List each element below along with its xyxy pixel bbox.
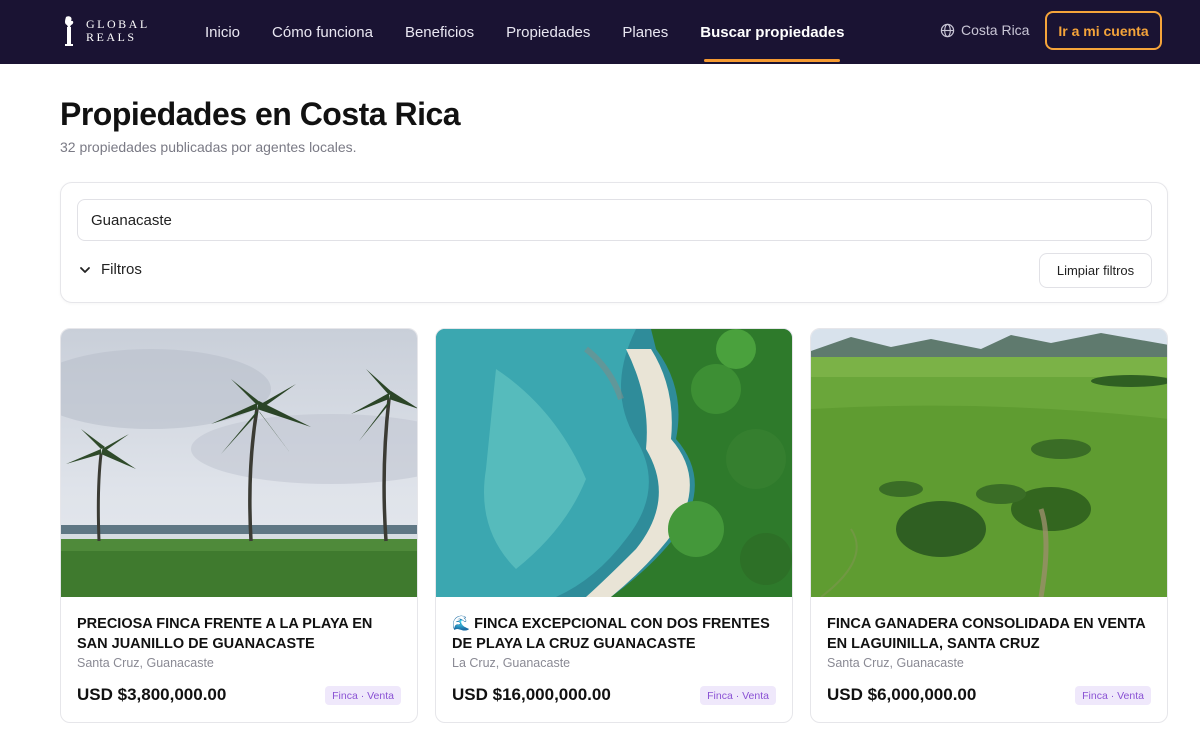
page-subtitle: 32 propiedades publicadas por agentes lo…: [60, 139, 357, 155]
country-selector[interactable]: Costa Rica: [940, 22, 1029, 38]
nav-inicio[interactable]: Inicio: [205, 0, 240, 64]
listing-title: 🌊 FINCA EXCEPCIONAL CON DOS FRENTES DE P…: [452, 616, 770, 652]
search-input[interactable]: [77, 199, 1152, 241]
nav-buscar-propiedades[interactable]: Buscar propiedades: [700, 0, 844, 64]
torch-logo-icon: [65, 16, 74, 46]
listing-location: Santa Cruz, Guanacaste: [827, 656, 964, 670]
listing-photo-beach: [61, 329, 417, 597]
logo-line-2: REALS: [86, 30, 137, 44]
listing-location: La Cruz, Guanacaste: [452, 656, 571, 670]
main-nav: Inicio Cómo funciona Beneficios Propieda…: [205, 0, 876, 64]
listing-type-badge: Finca · Venta: [700, 686, 776, 705]
nav-propiedades[interactable]: Propiedades: [506, 0, 590, 64]
logo[interactable]: GLOBAL REALS: [62, 15, 150, 47]
listing-price: USD $16,000,000.00: [452, 685, 611, 704]
listing-photo-aerial-coast: [436, 329, 792, 597]
nav-planes[interactable]: Planes: [622, 0, 668, 64]
nav-como-funciona[interactable]: Cómo funciona: [272, 0, 373, 64]
country-label: Costa Rica: [961, 22, 1030, 38]
listing-type-badge: Finca · Venta: [1075, 686, 1151, 705]
search-panel: Filtros Limpiar filtros: [60, 182, 1168, 303]
nav-beneficios[interactable]: Beneficios: [405, 0, 474, 64]
clear-filters-button[interactable]: Limpiar filtros: [1039, 253, 1152, 288]
listing-card[interactable]: FINCA GANADERA CONSOLIDADA EN VENTA EN L…: [810, 328, 1168, 723]
page-title: Propiedades en Costa Rica: [60, 96, 461, 132]
listing-title: PRECIOSA FINCA FRENTE A LA PLAYA EN SAN …: [77, 616, 373, 652]
listing-photo-pasture: [811, 329, 1167, 597]
listing-price: USD $3,800,000.00: [77, 685, 227, 704]
filters-label: Filtros: [101, 261, 142, 278]
listing-price: USD $6,000,000.00: [827, 685, 977, 704]
listing-card[interactable]: 🌊 FINCA EXCEPCIONAL CON DOS FRENTES DE P…: [435, 328, 793, 723]
filters-toggle[interactable]: Filtros: [79, 261, 142, 278]
chevron-down-icon: [80, 266, 90, 273]
listing-type-badge: Finca · Venta: [325, 686, 401, 705]
listing-title: FINCA GANADERA CONSOLIDADA EN VENTA EN L…: [827, 616, 1146, 652]
listing-location: Santa Cruz, Guanacaste: [77, 656, 214, 670]
account-button[interactable]: Ir a mi cuenta: [1045, 11, 1162, 50]
listing-card[interactable]: PRECIOSA FINCA FRENTE A LA PLAYA EN SAN …: [60, 328, 418, 723]
top-navbar: GLOBAL REALS Inicio Cómo funciona Benefi…: [0, 0, 1200, 64]
globe-icon: [940, 23, 955, 37]
